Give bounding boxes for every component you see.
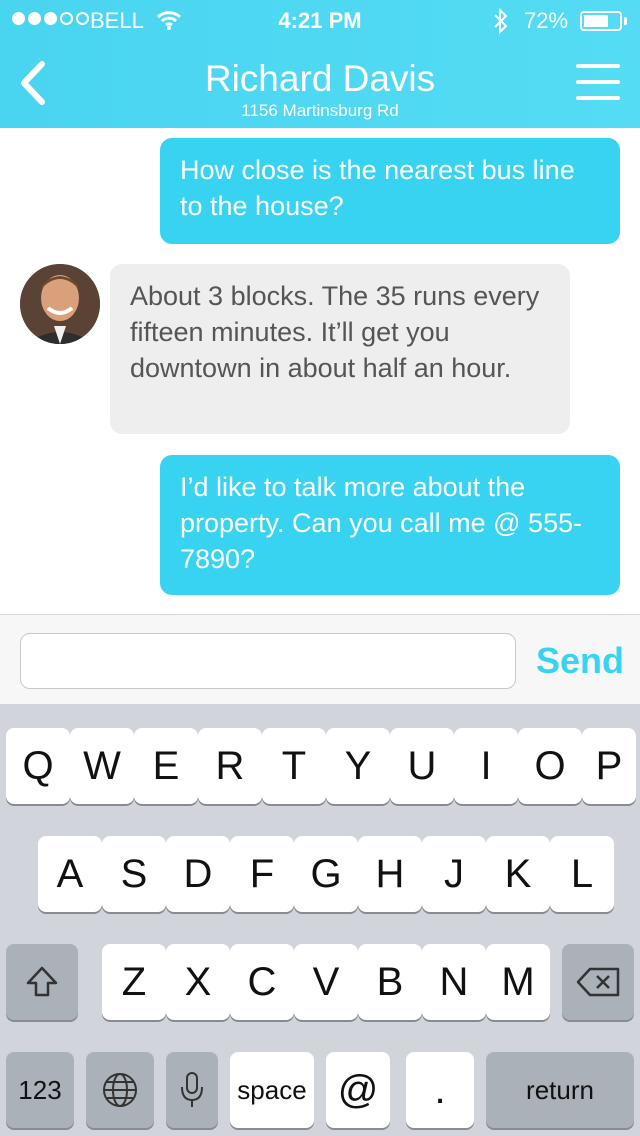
send-button[interactable]: Send bbox=[530, 637, 630, 685]
key-o[interactable]: O bbox=[518, 728, 582, 804]
shift-key[interactable] bbox=[6, 944, 78, 1020]
contact-avatar bbox=[20, 264, 100, 344]
app-header: BELL 4:21 PM 72% Richard Davis 1156 Mart… bbox=[0, 0, 640, 128]
key-k[interactable]: K bbox=[486, 836, 550, 912]
property-address-subtitle: 1156 Martinsburg Rd bbox=[241, 101, 399, 120]
at-key[interactable]: @ bbox=[326, 1052, 390, 1128]
key-f[interactable]: F bbox=[230, 836, 294, 912]
battery-percent: 72% bbox=[524, 8, 569, 33]
key-e[interactable]: E bbox=[134, 728, 198, 804]
key-i[interactable]: I bbox=[454, 728, 518, 804]
key-j[interactable]: J bbox=[422, 836, 486, 912]
microphone-icon bbox=[181, 1072, 203, 1107]
bluetooth-icon bbox=[492, 7, 510, 40]
backspace-key[interactable] bbox=[562, 944, 634, 1020]
globe-key[interactable] bbox=[86, 1052, 154, 1128]
hamburger-menu-icon bbox=[576, 64, 620, 100]
outgoing-message: I’d like to talk more about the property… bbox=[160, 455, 620, 595]
key-s[interactable]: S bbox=[102, 836, 166, 912]
key-x[interactable]: X bbox=[166, 944, 230, 1020]
shift-icon bbox=[26, 966, 58, 997]
dictation-key[interactable] bbox=[166, 1052, 218, 1128]
key-v[interactable]: V bbox=[294, 944, 358, 1020]
message-input[interactable] bbox=[20, 633, 516, 689]
contact-name-title: Richard Davis bbox=[204, 58, 436, 99]
keyboard: Q W E R T Y U I O P A S D F G H J K L Z … bbox=[0, 704, 640, 1136]
key-m[interactable]: M bbox=[486, 944, 550, 1020]
key-t[interactable]: T bbox=[262, 728, 326, 804]
message-composer: Send bbox=[0, 614, 640, 704]
status-bar: BELL 4:21 PM 72% bbox=[0, 0, 640, 40]
key-z[interactable]: Z bbox=[102, 944, 166, 1020]
key-b[interactable]: B bbox=[358, 944, 422, 1020]
key-c[interactable]: C bbox=[230, 944, 294, 1020]
key-q[interactable]: Q bbox=[6, 728, 70, 804]
key-u[interactable]: U bbox=[390, 728, 454, 804]
backspace-icon bbox=[576, 967, 620, 997]
key-a[interactable]: A bbox=[38, 836, 102, 912]
incoming-message: About 3 blocks. The 35 runs every fiftee… bbox=[110, 264, 570, 434]
key-g[interactable]: G bbox=[294, 836, 358, 912]
numbers-key[interactable]: 123 bbox=[6, 1052, 74, 1128]
space-key[interactable]: space bbox=[230, 1052, 314, 1128]
key-h[interactable]: H bbox=[358, 836, 422, 912]
key-y[interactable]: Y bbox=[326, 728, 390, 804]
key-n[interactable]: N bbox=[422, 944, 486, 1020]
menu-button[interactable] bbox=[576, 64, 620, 104]
outgoing-message: How close is the nearest bus line to the… bbox=[160, 138, 620, 244]
battery-tip bbox=[624, 17, 627, 25]
key-r[interactable]: R bbox=[198, 728, 262, 804]
key-d[interactable]: D bbox=[166, 836, 230, 912]
key-l[interactable]: L bbox=[550, 836, 614, 912]
globe-icon bbox=[103, 1073, 137, 1107]
key-w[interactable]: W bbox=[70, 728, 134, 804]
return-key[interactable]: return bbox=[486, 1052, 634, 1128]
battery-icon bbox=[580, 11, 622, 31]
period-key[interactable]: . bbox=[406, 1052, 474, 1128]
key-p[interactable]: P bbox=[582, 728, 636, 804]
